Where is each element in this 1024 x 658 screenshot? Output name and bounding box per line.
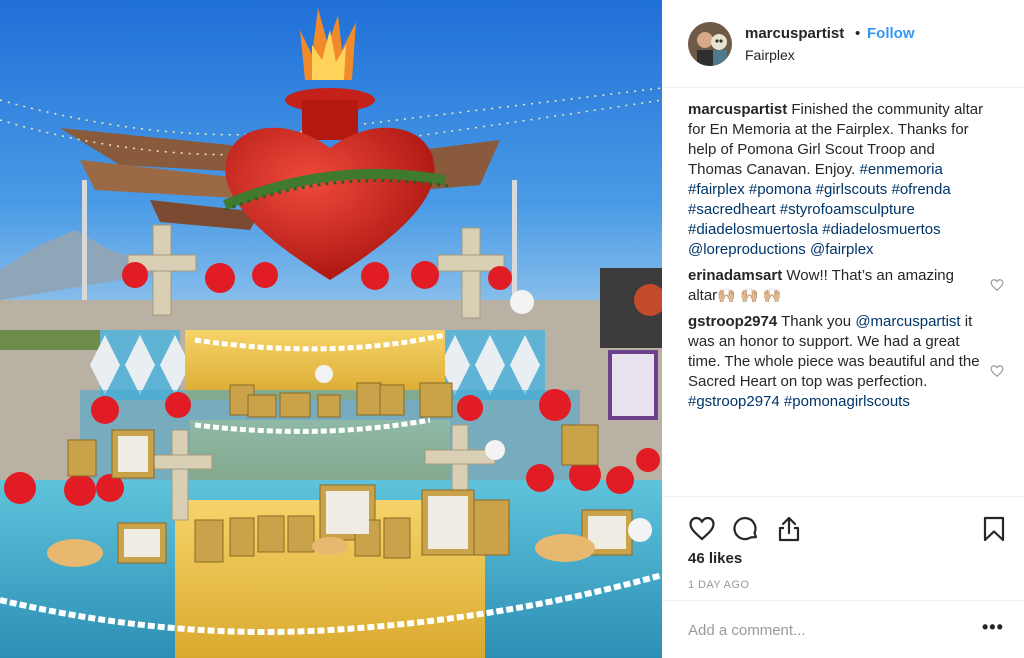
altar-photo-illustration [0, 0, 662, 658]
hashtag-link[interactable]: #gstroop2974 [688, 393, 780, 410]
hashtag-link[interactable]: #ofrenda [891, 181, 950, 198]
likes-count[interactable]: 46 likes [688, 550, 742, 567]
user-avatar-icon [688, 22, 732, 66]
comment-text: Thank you [781, 313, 852, 330]
hashtag-link[interactable]: #styrofoamsculpture [780, 201, 915, 218]
caption-username[interactable]: marcuspartist [688, 101, 787, 118]
caption: marcuspartist Finished the community alt… [688, 100, 988, 260]
comment-like-heart-icon[interactable] [990, 364, 1004, 378]
post-location[interactable]: Fairplex [745, 47, 795, 63]
mention-link[interactable]: @loreproductions [688, 241, 806, 258]
mention-link[interactable]: @fairplex [810, 241, 874, 258]
post-header: marcuspartist • Follow Fairplex [662, 0, 1024, 88]
post-username[interactable]: marcuspartist [745, 25, 844, 42]
follow-button[interactable]: Follow [867, 25, 915, 42]
share-icon[interactable] [775, 515, 803, 543]
hashtag-link[interactable]: #girlscouts [816, 181, 888, 198]
bookmark-icon[interactable] [980, 515, 1008, 543]
hashtag-link[interactable]: #pomonagirlscouts [784, 393, 910, 410]
post-actions: 46 likes 1 DAY AGO [662, 496, 1024, 606]
comment-item: erinadamsart Wow!! That’s an amazing alt… [688, 266, 978, 306]
mention-link[interactable]: @marcuspartist [855, 313, 960, 330]
hashtag-link[interactable]: #enmemoria [859, 161, 942, 178]
comment-item: gstroop2974 Thank you @marcuspartist it … [688, 312, 988, 412]
add-comment-bar: ••• [662, 600, 1024, 658]
hashtag-link[interactable]: #diadelosmuertos [822, 221, 940, 238]
post-photo[interactable] [0, 0, 662, 658]
hashtag-link[interactable]: #diadelosmuertosla [688, 221, 818, 238]
comment-username[interactable]: gstroop2974 [688, 313, 777, 330]
post-timestamp[interactable]: 1 DAY AGO [688, 579, 749, 591]
heart-icon[interactable] [688, 515, 716, 543]
separator-dot: • [855, 25, 861, 42]
hashtag-link[interactable]: #sacredheart [688, 201, 776, 218]
comment-icon[interactable] [732, 515, 760, 543]
hashtag-link[interactable]: #fairplex [688, 181, 745, 198]
comment-emoji: 🙌🏼 🙌🏼 🙌🏼 [717, 287, 782, 304]
add-comment-input[interactable] [688, 619, 968, 641]
comment-like-heart-icon[interactable] [990, 278, 1004, 292]
comment-username[interactable]: erinadamsart [688, 267, 782, 284]
hashtag-link[interactable]: #pomona [749, 181, 812, 198]
avatar[interactable] [688, 22, 732, 66]
more-options-button[interactable]: ••• [982, 617, 1004, 638]
post-side-panel: marcuspartist • Follow Fairplex marcuspa… [662, 0, 1024, 658]
